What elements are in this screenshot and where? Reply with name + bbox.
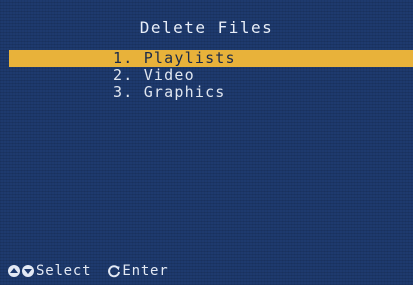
enter-hint-label: Enter	[122, 263, 169, 279]
menu-item-graphics[interactable]: 3. Graphics	[0, 84, 413, 101]
file-type-menu: 1. Playlists 2. Video 3. Graphics	[0, 50, 413, 101]
screen-title: Delete Files	[139, 18, 274, 37]
menu-item-playlists[interactable]: 1. Playlists	[9, 50, 413, 67]
menu-item-video[interactable]: 2. Video	[0, 67, 413, 84]
control-hints: Select Enter	[8, 262, 169, 280]
select-hint-label: Select	[36, 263, 92, 279]
up-arrow-icon	[8, 265, 20, 277]
rotate-enter-icon	[108, 265, 121, 278]
down-arrow-icon	[22, 265, 34, 277]
delete-files-screen: Delete Files 1. Playlists 2. Video 3. Gr…	[0, 0, 413, 285]
